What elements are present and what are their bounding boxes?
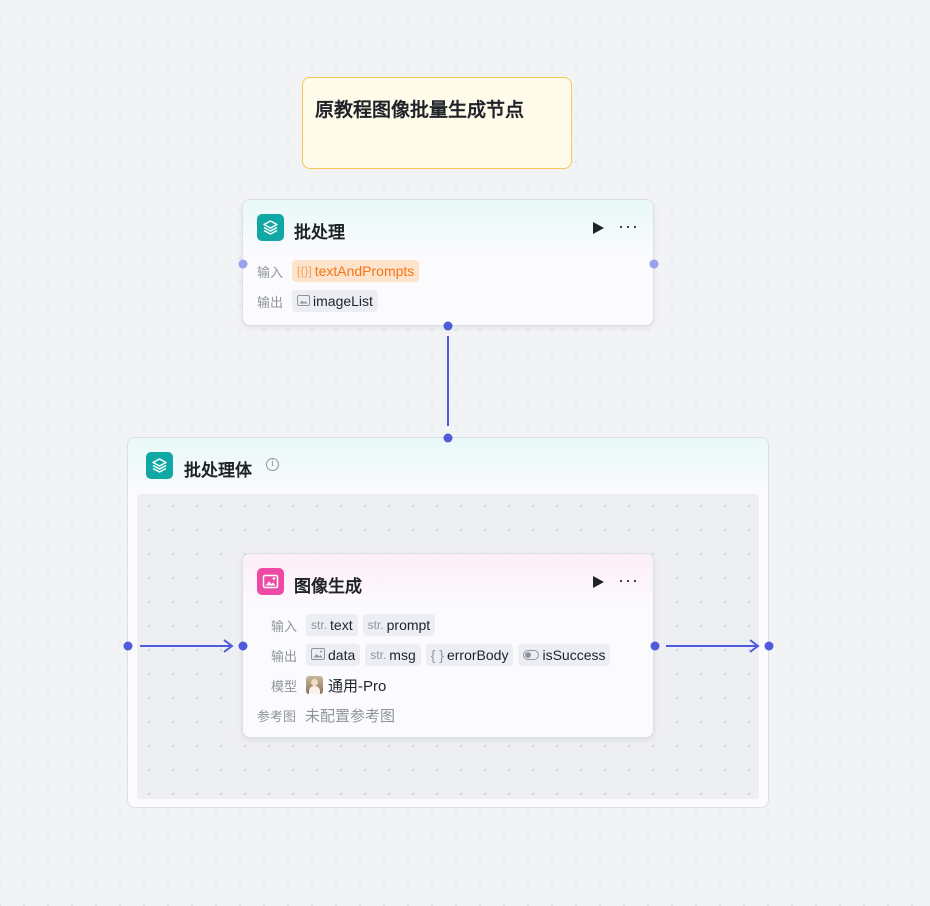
image-gen-model-row: 模型 通用-Pro (271, 674, 386, 696)
output-param-name: msg (389, 647, 416, 663)
batch-node[interactable]: 批处理 ··· 输入 [{}] textAndPrompts 输出 imageL… (242, 199, 654, 326)
body-inner-start-port[interactable] (123, 641, 133, 651)
input-label: 输入 (257, 264, 284, 280)
note-text: 原教程图像批量生成节点 (315, 100, 525, 121)
image-gen-output-row: 输出 data str. msg { } errorBody isSuccess (271, 644, 611, 666)
body-top-port[interactable] (443, 433, 453, 443)
reference-image-label: 参考图 (257, 708, 297, 724)
input-param-tag[interactable]: str. text (306, 614, 358, 636)
image-list-icon (297, 293, 311, 309)
info-icon[interactable]: i (266, 458, 279, 471)
batch-output-row: 输出 imageList (257, 290, 378, 312)
output-label: 输出 (257, 294, 284, 310)
input-param-tag[interactable]: [{}] textAndPrompts (292, 260, 420, 282)
string-type-icon: str. (367, 618, 384, 632)
run-button[interactable] (591, 221, 605, 235)
image-gen-node[interactable]: 图像生成 ··· 输入 str. text str. prompt 输出 dat… (242, 553, 654, 738)
input-param-tag[interactable]: str. prompt (362, 614, 436, 636)
array-icon: [{}] (297, 264, 312, 278)
output-param-name: errorBody (446, 647, 509, 663)
image-gen-node-title: 图像生成 (294, 577, 362, 596)
image-gen-ref-row: 参考图 未配置参考图 (257, 704, 395, 726)
input-label: 输入 (271, 618, 298, 634)
model-value: 通用-Pro (328, 677, 387, 695)
output-param-tag[interactable]: isSuccess (518, 644, 611, 666)
output-param-tag[interactable]: str. msg (365, 644, 421, 666)
input-param-name: prompt (386, 617, 431, 633)
output-param-name: imageList (313, 293, 373, 309)
run-button[interactable] (591, 575, 605, 589)
model-label: 模型 (271, 678, 298, 694)
output-param-name: data (328, 647, 356, 663)
output-param-tag[interactable]: { } errorBody (425, 644, 514, 666)
string-type-icon: str. (370, 648, 387, 662)
batch-output-port[interactable] (649, 259, 659, 269)
object-type-icon: { } (430, 647, 444, 663)
output-param-name: isSuccess (542, 647, 606, 663)
batch-input-row: 输入 [{}] textAndPrompts (257, 260, 420, 282)
batch-body-title: 批处理体 (184, 461, 252, 480)
batch-body-header: 批处理体 i (128, 438, 768, 494)
output-label: 输出 (271, 648, 298, 664)
batch-bottom-port[interactable] (443, 321, 453, 331)
input-param-name: textAndPrompts (314, 263, 415, 279)
image-gen-input-port[interactable] (238, 641, 248, 651)
batch-node-header: 批处理 ··· (243, 200, 653, 256)
more-menu-button[interactable]: ··· (618, 571, 639, 589)
comment-note[interactable]: 原教程图像批量生成节点 (302, 77, 572, 169)
more-menu-button[interactable]: ··· (618, 217, 639, 235)
image-gen-output-port[interactable] (650, 641, 660, 651)
output-param-tag[interactable]: imageList (292, 290, 378, 312)
reference-image-value: 未配置参考图 (305, 707, 396, 725)
image-generate-icon (257, 568, 284, 595)
output-param-tag[interactable]: data (306, 644, 361, 666)
body-inner-end-port[interactable] (764, 641, 774, 651)
toggle-icon (523, 647, 540, 663)
image-gen-node-header: 图像生成 ··· (243, 554, 653, 610)
layers-icon (146, 452, 173, 479)
string-type-icon: str. (311, 618, 328, 632)
input-param-name: text (330, 617, 353, 633)
image-gen-input-row: 输入 str. text str. prompt (271, 614, 436, 636)
image-icon (311, 647, 326, 663)
model-avatar-icon (306, 676, 324, 694)
layers-icon (257, 214, 284, 241)
batch-input-port[interactable] (238, 259, 248, 269)
batch-node-title: 批处理 (294, 223, 345, 242)
